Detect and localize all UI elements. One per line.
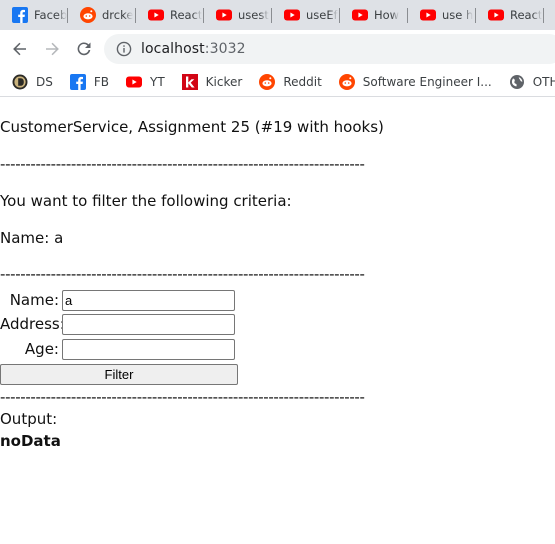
reload-icon: [77, 41, 91, 55]
address-row: Address:: [0, 313, 235, 335]
bookmark-label: Kicker: [205, 74, 243, 89]
browser-tab[interactable]: use h: [408, 0, 476, 30]
bookmark-fb[interactable]: FB: [69, 67, 109, 96]
youtube-icon: [126, 76, 142, 87]
tab-strip: Faceb drcke React usest useEf How use h …: [0, 0, 555, 30]
bookmark-software-engineer[interactable]: Software Engineer I...: [338, 67, 492, 96]
navigation-bar: localhost:3032: [0, 30, 555, 67]
address-bar[interactable]: localhost:3032: [104, 34, 555, 64]
facebook-icon: [69, 73, 86, 90]
forward-button[interactable]: [36, 33, 68, 65]
bookmark-label: YT: [150, 74, 165, 89]
age-input[interactable]: [62, 338, 235, 360]
url-host: localhost: [141, 41, 205, 57]
ds-icon: [12, 74, 28, 89]
tab-title: React: [170, 8, 203, 22]
tab-title: useEf: [306, 8, 338, 22]
tab-title: drcke: [102, 8, 134, 22]
bookmarks-bar: DS FB YT Kicker Reddit Software Engineer…: [0, 67, 555, 97]
reddit-icon: [259, 73, 276, 90]
bookmark-label: Software Engineer I...: [362, 74, 492, 89]
bookmark-label: FB: [93, 74, 109, 89]
bookmark-ds[interactable]: DS: [12, 67, 53, 96]
browser-tab[interactable]: usest: [204, 0, 272, 30]
url-port: :3032: [204, 41, 246, 57]
youtube-icon: [216, 9, 232, 21]
age-label: Age:: [24, 340, 59, 358]
separator: ----------------------------------------…: [0, 388, 365, 406]
name-row: Name:: [0, 289, 235, 311]
tab-title: usest: [238, 8, 269, 22]
age-row: Age:: [0, 338, 235, 360]
tab-title: React: [510, 8, 543, 22]
bookmark-oth-webs[interactable]: OTH Webs: [509, 67, 555, 96]
browser-tab[interactable]: How: [340, 0, 408, 30]
reddit-icon: [80, 7, 96, 23]
bookmark-reddit[interactable]: Reddit: [259, 67, 322, 96]
youtube-icon: [352, 9, 368, 21]
bookmark-kicker[interactable]: Kicker: [181, 67, 243, 96]
kicker-icon: [181, 73, 198, 90]
browser-tab[interactable]: useEf: [272, 0, 340, 30]
info-icon[interactable]: [116, 41, 132, 57]
bookmark-yt[interactable]: YT: [126, 67, 165, 96]
browser-tab[interactable]: React: [136, 0, 204, 30]
arrow-left-icon: [13, 42, 26, 55]
tab-title: How: [374, 8, 400, 22]
criteria-name: Name: a: [0, 229, 64, 247]
arrow-right-icon: [46, 42, 59, 55]
reddit-icon: [338, 73, 355, 90]
bookmark-label: OTH Webs: [532, 74, 555, 89]
facebook-icon: [12, 7, 28, 23]
filter-intro: You want to filter the following criteri…: [0, 192, 292, 210]
globe-icon: [509, 74, 524, 89]
address-input[interactable]: [62, 313, 235, 335]
page-title: CustomerService, Assignment 25 (#19 with…: [0, 118, 384, 136]
browser-tab[interactable]: Faceb: [0, 0, 68, 30]
separator: ----------------------------------------…: [0, 155, 365, 173]
name-label: Name:: [9, 291, 59, 309]
browser-tab[interactable]: drcke: [68, 0, 136, 30]
bookmark-label: DS: [36, 74, 53, 89]
youtube-icon: [420, 9, 436, 21]
tab-title: use h: [442, 8, 474, 22]
browser-tab[interactable]: React: [476, 0, 544, 30]
youtube-icon: [284, 9, 300, 21]
filter-button[interactable]: Filter: [0, 364, 238, 385]
bookmark-label: Reddit: [283, 74, 322, 89]
output-label: Output:: [0, 410, 58, 428]
output-value: noData: [0, 432, 61, 450]
back-button[interactable]: [4, 33, 36, 65]
reload-button[interactable]: [68, 33, 100, 65]
address-label: Address:: [0, 315, 65, 333]
youtube-icon: [148, 9, 164, 21]
tab-title: Faceb: [34, 8, 68, 22]
youtube-icon: [488, 9, 504, 21]
separator: ----------------------------------------…: [0, 265, 365, 283]
name-input[interactable]: [62, 289, 235, 311]
url-text: localhost:3032: [141, 41, 246, 57]
